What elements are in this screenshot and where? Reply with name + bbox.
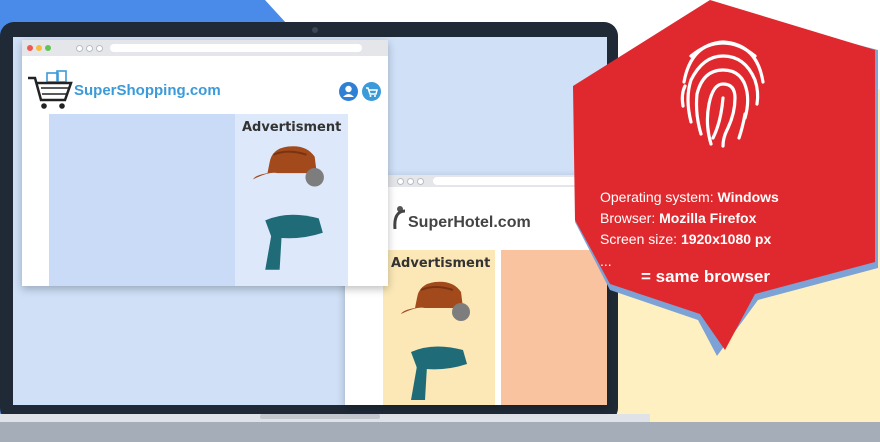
cart-icon[interactable] <box>362 82 381 101</box>
close-dot[interactable] <box>27 45 33 51</box>
shopping-browser-toolbar <box>22 40 388 56</box>
screen-size-label: Screen size: <box>600 231 681 247</box>
shopping-ad-title: Advertisment <box>242 120 342 135</box>
hotel-ad-panel: Advertisment <box>383 250 495 405</box>
back-button[interactable] <box>76 45 83 52</box>
ellipsis-text: ... <box>600 253 612 269</box>
minimize-dot[interactable] <box>36 45 42 51</box>
hat-icon[interactable] <box>249 142 327 190</box>
maximize-dot[interactable] <box>45 45 51 51</box>
home-button[interactable] <box>417 178 424 185</box>
os-value: Windows <box>717 189 779 205</box>
browser-info: Browser: Mozilla Firefox <box>600 209 756 227</box>
os-label: Operating system: <box>600 189 718 205</box>
back-button[interactable] <box>397 178 404 185</box>
shopping-brand-name[interactable]: SuperShopping.com <box>74 82 221 99</box>
forward-button[interactable] <box>407 178 414 185</box>
fingerprint-icon <box>680 40 765 148</box>
os-info: Operating system: Windows <box>600 188 779 206</box>
scarf-icon[interactable] <box>403 342 473 402</box>
shopping-address-bar[interactable] <box>110 44 362 52</box>
shopping-content-area <box>49 114 235 286</box>
scarf-icon[interactable] <box>257 208 329 274</box>
browser-value: Mozilla Firefox <box>659 210 757 226</box>
browser-label: Browser: <box>600 210 660 226</box>
laptop-camera <box>312 27 318 33</box>
home-button[interactable] <box>96 45 103 52</box>
user-icon[interactable] <box>339 82 358 101</box>
laptop-base <box>0 414 880 442</box>
screen-size-info: Screen size: 1920x1080 px <box>600 230 771 248</box>
shopping-browser-window: SuperShopping.com Advertisment <box>22 40 388 286</box>
forward-button[interactable] <box>86 45 93 52</box>
screen-size-value: 1920x1080 px <box>680 231 772 247</box>
hat-icon[interactable] <box>397 278 473 324</box>
same-browser-conclusion: = same browser <box>641 267 770 286</box>
shopping-ad-panel: Advertisment <box>235 114 348 286</box>
shopping-cart-icon <box>28 70 73 109</box>
hotel-brand-name[interactable]: SuperHotel.com <box>408 214 531 232</box>
hotel-ad-title: Advertisment <box>391 256 491 271</box>
